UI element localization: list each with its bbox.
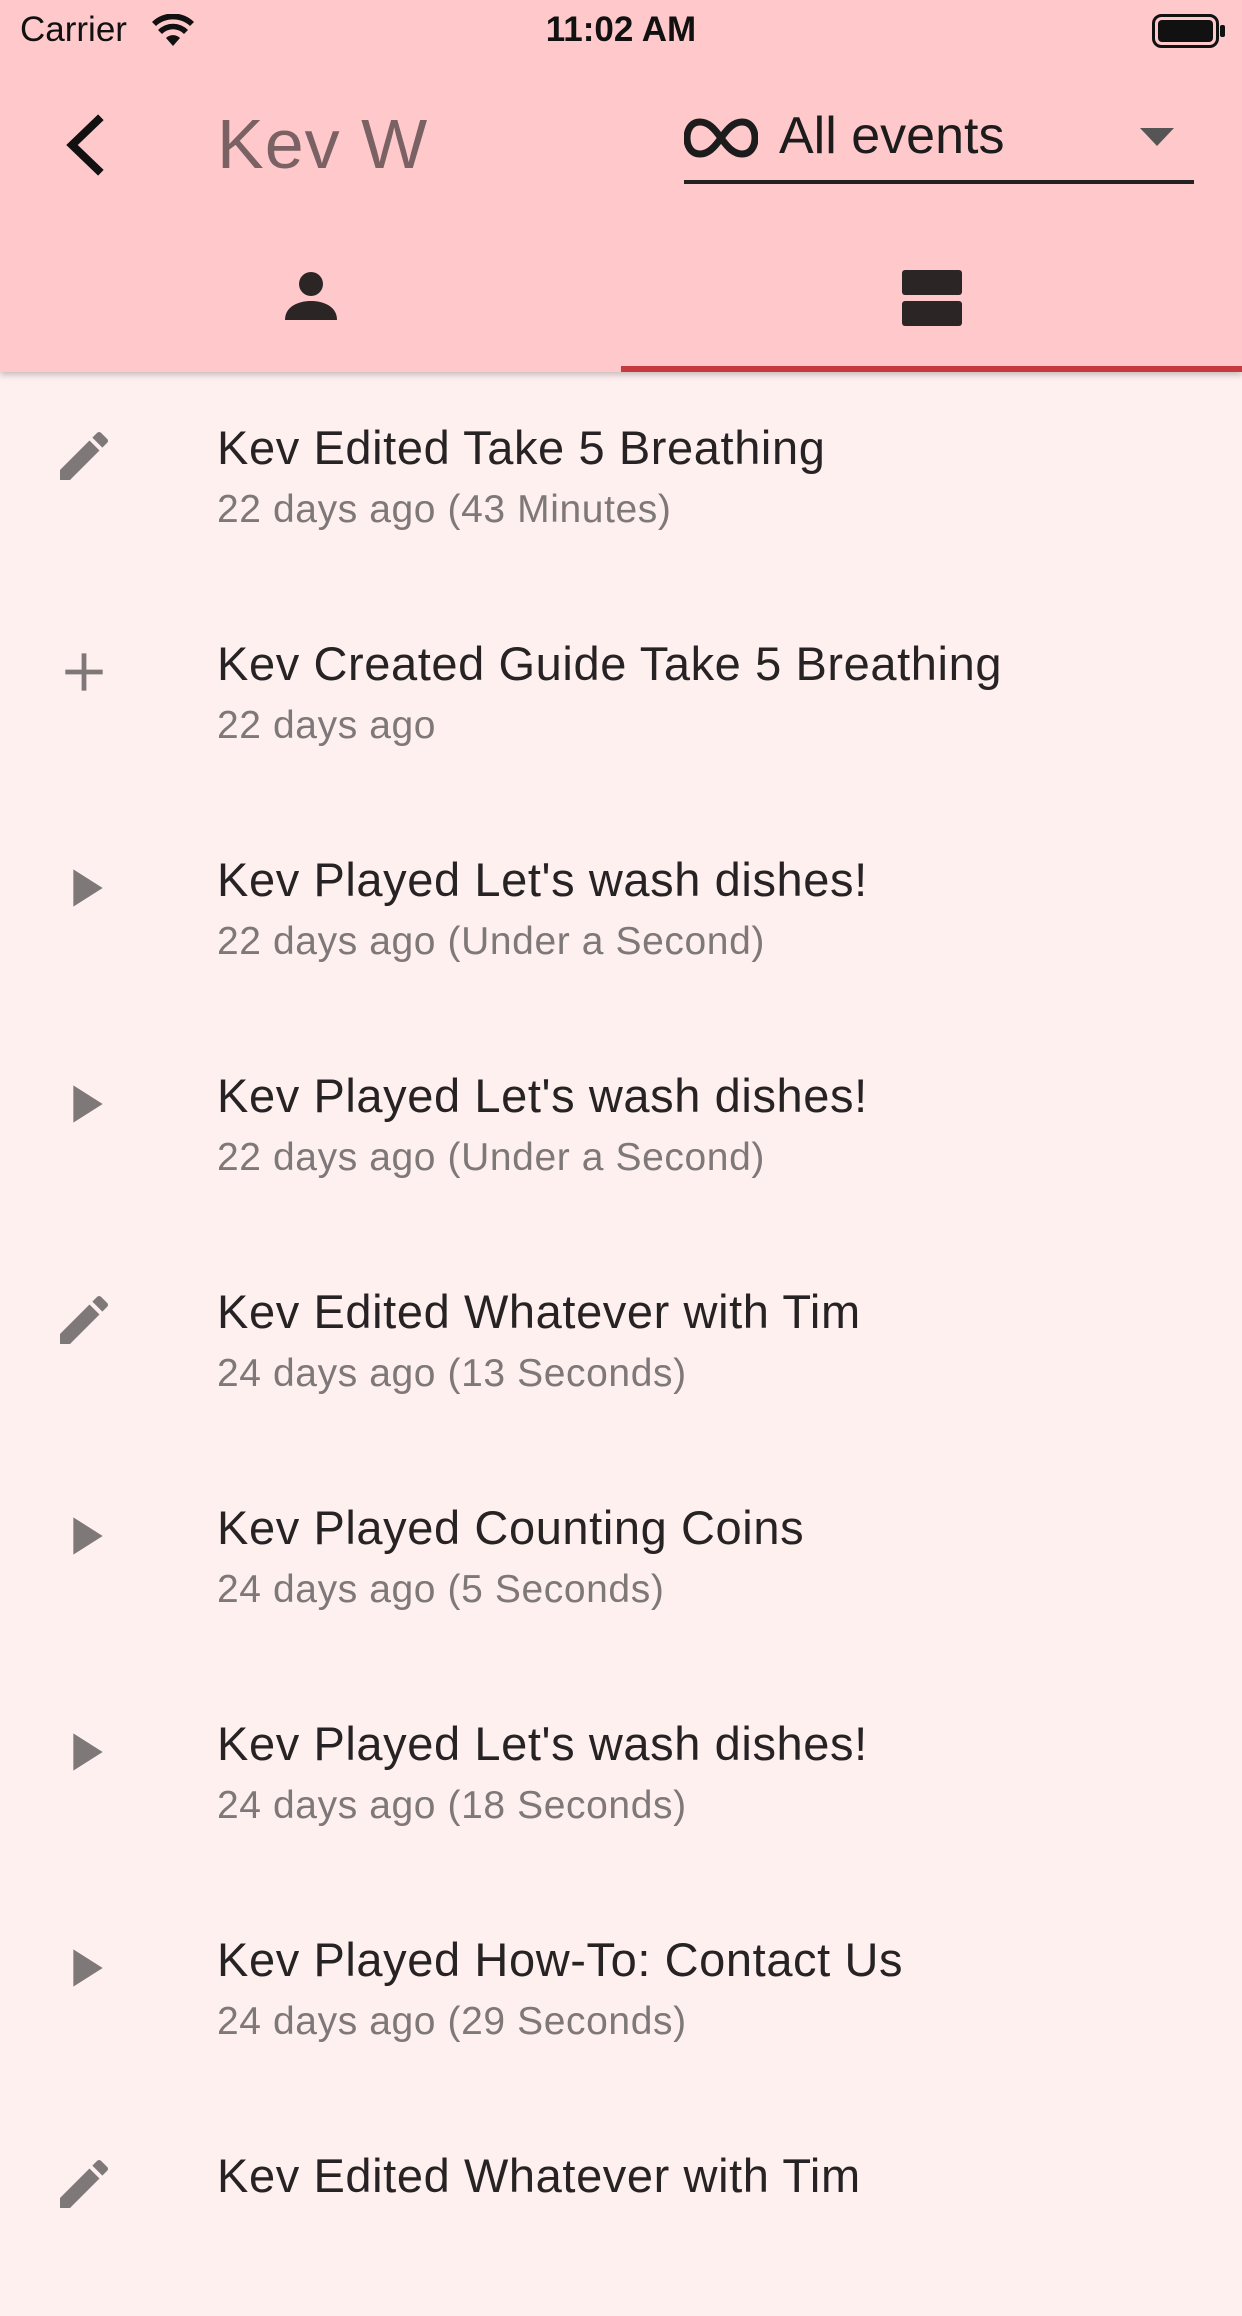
play-icon [52, 1936, 116, 2000]
app-bar: Carrier 11:02 AM Kev W All events [0, 0, 1242, 372]
play-icon [52, 1072, 116, 1136]
event-list: Kev Edited Take 5 Breathing 22 days ago (… [0, 372, 1242, 2316]
event-list-item[interactable]: Kev Created Guide Take 5 Breathing 22 day… [0, 588, 1242, 804]
tab-profile[interactable] [0, 242, 621, 372]
play-icon [52, 856, 116, 920]
event-timestamp: 24 days ago (18 Seconds) [217, 1784, 687, 1827]
event-timestamp: 24 days ago (29 Seconds) [217, 2000, 687, 2043]
event-list-item[interactable]: Kev Edited Take 5 Breathing 22 days ago (… [0, 372, 1242, 588]
event-list-item[interactable]: Kev Edited Whatever with Tim [0, 2100, 1242, 2316]
filter-selected-value: All events [779, 107, 1005, 165]
person-icon [284, 272, 337, 320]
event-title: Kev Edited Whatever with Tim [217, 1285, 861, 1338]
pencil-icon [52, 424, 116, 488]
event-timestamp: 22 days ago (43 Minutes) [217, 488, 672, 531]
event-list-item[interactable]: Kev Played Let's wash dishes! 22 days ago… [0, 1020, 1242, 1236]
event-timestamp: 24 days ago (5 Seconds) [217, 1568, 665, 1611]
plus-icon [52, 640, 116, 704]
caret-down-icon [1140, 128, 1174, 146]
event-timestamp: 22 days ago (Under a Second) [217, 920, 765, 963]
back-button[interactable] [40, 100, 130, 190]
event-list-item[interactable]: Kev Edited Whatever with Tim 24 days ago … [0, 1236, 1242, 1452]
tab-events[interactable] [621, 242, 1242, 372]
event-filter-dropdown[interactable]: All events [684, 100, 1194, 184]
chevron-left-icon [66, 114, 104, 176]
event-title: Kev Played Let's wash dishes! [217, 1069, 868, 1122]
event-title: Kev Edited Take 5 Breathing [217, 421, 826, 474]
event-list-item[interactable]: Kev Played Counting Coins 24 days ago (5 … [0, 1452, 1242, 1668]
event-title: Kev Played Let's wash dishes! [217, 1717, 868, 1770]
view-agenda-icon [901, 270, 962, 326]
pencil-icon [52, 1288, 116, 1352]
event-timestamp: 22 days ago (Under a Second) [217, 1136, 765, 1179]
event-title: Kev Played How-To: Contact Us [217, 1933, 904, 1986]
event-title: Kev Edited Whatever with Tim [217, 2149, 861, 2202]
event-timestamp: 24 days ago (13 Seconds) [217, 1352, 687, 1395]
play-icon [52, 1720, 116, 1784]
event-timestamp: 22 days ago [217, 704, 437, 747]
event-title: Kev Created Guide Take 5 Breathing [217, 637, 1003, 690]
infinity-icon [684, 118, 758, 158]
battery-icon [1152, 14, 1225, 48]
pencil-icon [52, 2152, 116, 2216]
event-list-item[interactable]: Kev Played Let's wash dishes! 24 days ago… [0, 1668, 1242, 1884]
clock: 11:02 AM [545, 10, 697, 49]
event-list-item[interactable]: Kev Played How-To: Contact Us 24 days ago… [0, 1884, 1242, 2100]
event-title: Kev Played Counting Coins [217, 1501, 805, 1554]
page-title: Kev W [217, 105, 429, 183]
selected-tab-indicator [621, 366, 1242, 372]
play-icon [52, 1504, 116, 1568]
event-list-item[interactable]: Kev Played Let's wash dishes! 22 days ago… [0, 804, 1242, 1020]
event-title: Kev Played Let's wash dishes! [217, 853, 868, 906]
